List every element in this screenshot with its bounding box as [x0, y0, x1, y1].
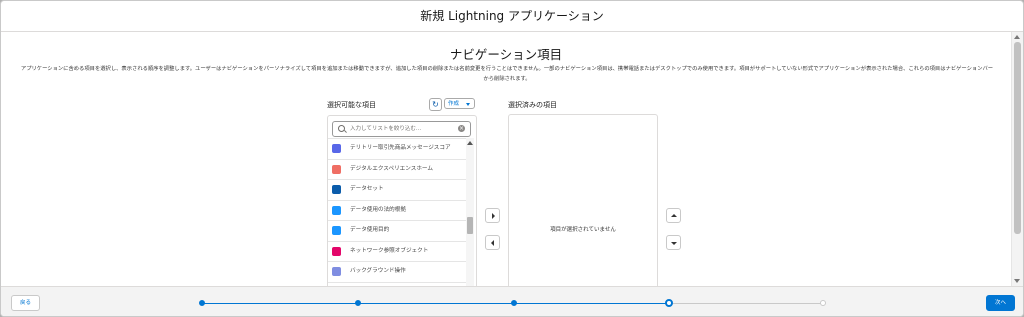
dataset-icon — [332, 185, 341, 194]
network-icon — [332, 246, 341, 256]
available-items-list: 入力してリストを絞り込む... × テリトリー取引先商品メッセージスコア デジタル… — [327, 115, 477, 297]
legal-basis-icon — [332, 205, 341, 215]
available-items: テリトリー取引先商品メッセージスコア デジタルエクスペリエンスホーム データセットデ… — [328, 138, 466, 296]
clear-icon[interactable]: × — [458, 125, 465, 132]
modal-body: ナビゲーション項目 アプリケーションに含める項目を選択し、表示される順序を調整し… — [1, 32, 1012, 286]
empty-selection-message: 項目が選択されていません — [550, 227, 616, 233]
move-down-button[interactable] — [666, 235, 681, 250]
list-item[interactable]: ネットワーク参照オブジェクト — [328, 240, 466, 262]
list-item-label: データセット — [350, 186, 384, 192]
list-item[interactable]: データ使用目的 — [328, 220, 466, 241]
list-scroll-up-icon[interactable] — [467, 141, 473, 145]
refresh-button[interactable]: ↻ — [429, 98, 442, 111]
modal-footer: 戻る 次へ — [1, 286, 1023, 316]
chevron-up-icon — [670, 213, 677, 217]
new-lightning-app-modal: 新規 Lightning アプリケーション ナビゲーション項目 アプリケーション… — [0, 0, 1024, 317]
list-item-label: ネットワーク参照オブジェクト — [350, 247, 429, 254]
list-item-label: デジタルエクスペリエンスホーム — [350, 165, 433, 172]
list-item-label: データ使用目的 — [350, 227, 390, 233]
background-operation-icon — [332, 267, 341, 276]
list-scrollbar-thumb[interactable] — [467, 217, 473, 234]
search-icon — [338, 125, 345, 132]
selected-items-label: 選択済みの項目 — [508, 101, 557, 109]
modal-header: 新規 Lightning アプリケーション — [1, 1, 1023, 32]
progress-bar-complete — [202, 303, 669, 304]
back-button[interactable]: 戻る — [11, 295, 40, 311]
move-to-available-button[interactable] — [485, 235, 500, 250]
data-purpose-icon — [332, 226, 341, 235]
list-item-label: テリトリー取引先商品メッセージスコア — [350, 145, 451, 151]
progress-bar-remaining — [669, 303, 823, 304]
next-button[interactable]: 次へ — [986, 295, 1015, 311]
move-up-button[interactable] — [666, 208, 681, 223]
progress-step-2[interactable] — [355, 300, 361, 306]
refresh-icon: ↻ — [432, 100, 439, 109]
list-item[interactable]: データセット — [328, 179, 466, 200]
home-icon — [332, 164, 341, 174]
list-item-label: データ使用の法的根拠 — [350, 206, 406, 213]
progress-step-3[interactable] — [511, 300, 517, 306]
selected-items-list: 項目が選択されていません — [508, 114, 658, 298]
progress-step-5 — [820, 300, 826, 306]
modal-title: 新規 Lightning アプリケーション — [420, 9, 604, 23]
chevron-down-icon — [466, 103, 470, 106]
create-button-label: 作成 — [448, 101, 460, 107]
chevron-down-icon — [670, 241, 677, 245]
search-placeholder: 入力してリストを絞り込む... — [350, 126, 422, 132]
chevron-right-icon — [491, 212, 495, 219]
chevron-left-icon — [490, 239, 494, 246]
list-item[interactable]: バックグラウンド操作 — [328, 261, 466, 282]
territory-icon — [332, 144, 341, 153]
available-items-label: 選択可能な項目 — [327, 101, 376, 109]
create-button[interactable]: 作成 — [444, 98, 475, 109]
list-item[interactable]: デジタルエクスペリエンスホーム — [328, 158, 466, 180]
filter-search-input[interactable]: 入力してリストを絞り込む... × — [332, 121, 471, 137]
list-scrollbar[interactable] — [466, 138, 474, 296]
list-item-label: バックグラウンド操作 — [350, 268, 406, 274]
list-item[interactable]: データ使用の法的根拠 — [328, 199, 466, 221]
modal-scrollbar[interactable] — [1011, 32, 1023, 286]
section-description: アプリケーションに含める項目を選択し、表示される順序を調整します。ユーザーはナビ… — [20, 66, 994, 82]
section-title: ナビゲーション項目 — [449, 47, 563, 62]
list-item[interactable]: テリトリー取引先商品メッセージスコア — [328, 138, 466, 159]
scroll-down-arrow-icon[interactable] — [1014, 279, 1020, 283]
progress-step-1[interactable] — [199, 300, 205, 306]
move-to-selected-button[interactable] — [485, 208, 500, 223]
progress-step-4[interactable] — [665, 299, 673, 307]
scrollbar-thumb[interactable] — [1014, 42, 1021, 234]
scroll-up-arrow-icon[interactable] — [1014, 35, 1020, 39]
